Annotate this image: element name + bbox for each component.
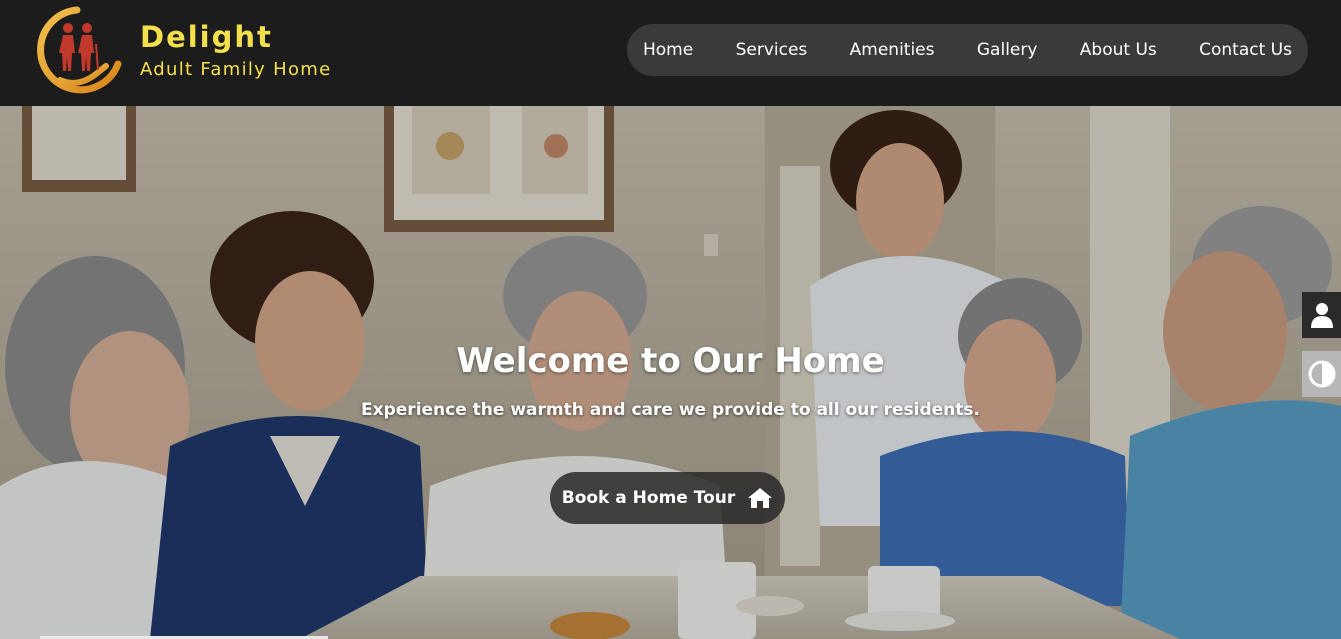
nav-amenities[interactable]: Amenities — [850, 40, 935, 60]
hero-title: Welcome to Our Home — [456, 341, 885, 381]
hero-subtitle: Experience the warmth and care we provid… — [361, 400, 980, 420]
nav-gallery[interactable]: Gallery — [977, 40, 1038, 60]
contrast-toggle-button[interactable] — [1302, 351, 1341, 397]
book-home-tour-button[interactable]: Book a Home Tour — [550, 472, 785, 524]
nav-services[interactable]: Services — [736, 40, 808, 60]
home-icon — [748, 488, 773, 508]
brand-subtitle[interactable]: Adult Family Home — [140, 59, 332, 80]
user-icon — [1310, 303, 1333, 328]
site-header: Delight Adult Family Home Home Services … — [0, 0, 1341, 106]
nav-about-us[interactable]: About Us — [1080, 40, 1157, 60]
hero-section: Welcome to Our Home Experience the warmt… — [0, 106, 1341, 639]
contrast-icon — [1308, 360, 1335, 388]
caregiver-hands-logo[interactable] — [30, 4, 124, 98]
nav-contact-us[interactable]: Contact Us — [1199, 40, 1292, 60]
book-home-tour-label: Book a Home Tour — [561, 488, 736, 508]
main-nav: Home Services Amenities Gallery About Us… — [627, 24, 1308, 76]
nav-home[interactable]: Home — [643, 40, 693, 60]
brand-title[interactable]: Delight — [140, 20, 273, 54]
accessibility-user-button[interactable] — [1302, 292, 1341, 338]
